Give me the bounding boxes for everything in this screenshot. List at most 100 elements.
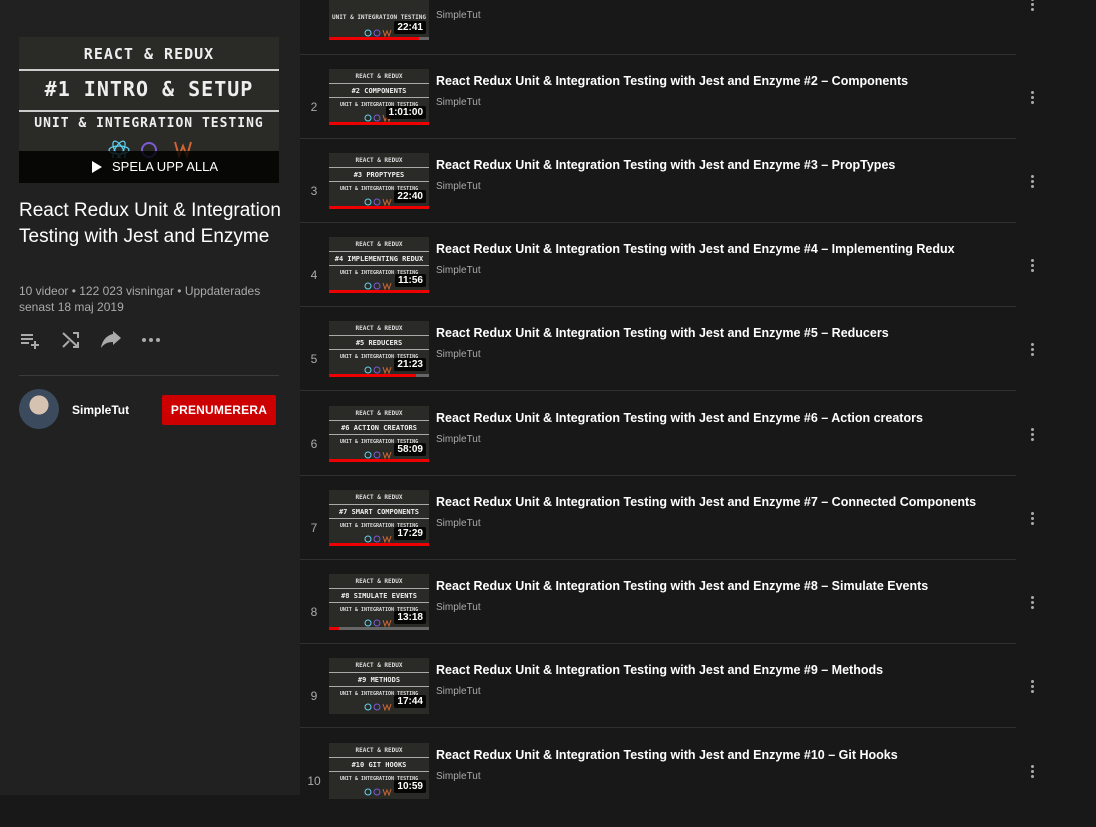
video-thumbnail[interactable]: REACT & REDUX #2 COMPONENTS UNIT & INTEGRA…: [329, 69, 429, 125]
thumb-label: #5 REDUCERS: [355, 339, 403, 347]
video-thumbnail[interactable]: REACT & REDUX #8 SIMULATE EVENTS UNIT & IN…: [329, 574, 429, 630]
more-vertical-icon[interactable]: [1028, 680, 1036, 696]
row-divider: [300, 306, 1016, 307]
more-vertical-icon[interactable]: [1028, 0, 1036, 14]
video-title[interactable]: React Redux Unit & Integration Testing w…: [436, 579, 1006, 593]
video-thumbnail[interactable]: REACT & REDUX #6 ACTION CREATORS UNIT & IN…: [329, 406, 429, 462]
video-title[interactable]: React Redux Unit & Integration Testing w…: [436, 495, 1006, 509]
play-all-button[interactable]: SPELA UPP ALLA: [19, 151, 279, 183]
video-duration: 11:56: [394, 274, 426, 287]
playlist-row[interactable]: 3 REACT & REDUX #3 PROPTYPES UNIT & INTEGRA…: [300, 153, 1034, 237]
video-duration: 17:44: [394, 695, 426, 708]
more-vertical-icon[interactable]: [1028, 512, 1036, 528]
video-thumbnail[interactable]: REACT & REDUX #10 GIT HOOKS UNIT & INTEGRA…: [329, 743, 429, 799]
video-duration: 21:23: [394, 358, 426, 371]
video-channel[interactable]: SimpleTut: [436, 10, 481, 21]
watch-progress: [329, 290, 429, 293]
row-divider: [300, 390, 1016, 391]
tech-logos-icon: [364, 282, 392, 290]
row-divider: [300, 727, 1016, 728]
more-vertical-icon[interactable]: [1028, 596, 1036, 612]
video-channel[interactable]: SimpleTut: [436, 434, 481, 445]
playlist-row[interactable]: 4 REACT & REDUX #4 IMPLEMENTING REDUX UNIT …: [300, 237, 1034, 321]
row-divider: [300, 643, 1016, 644]
thumb-top: REACT & REDUX: [355, 73, 403, 80]
video-title[interactable]: React Redux Unit & Integration Testing w…: [436, 411, 1006, 425]
channel-name[interactable]: SimpleTut: [72, 403, 129, 417]
video-thumbnail[interactable]: UNIT & INTEGRATION TESTING 22:41: [329, 0, 429, 40]
video-thumbnail[interactable]: REACT & REDUX #7 SMART COMPONENTS UNIT & I…: [329, 490, 429, 546]
more-vertical-icon[interactable]: [1028, 175, 1036, 191]
video-thumbnail[interactable]: REACT & REDUX #9 METHODS UNIT & INTEGRATIO…: [329, 658, 429, 714]
more-vertical-icon[interactable]: [1028, 259, 1036, 275]
video-index: 5: [310, 352, 318, 366]
video-index: 8: [310, 605, 318, 619]
thumb-top: REACT & REDUX: [355, 494, 403, 501]
share-icon[interactable]: [99, 328, 123, 352]
avatar[interactable]: [19, 389, 59, 429]
playlist-sidebar: REACT & REDUX #1 INTRO & SETUP UNIT & IN…: [0, 0, 300, 795]
add-to-queue-icon[interactable]: [19, 328, 43, 352]
playlist-row[interactable]: 2 REACT & REDUX #2 COMPONENTS UNIT & INTEGR…: [300, 69, 1034, 153]
watch-progress: [329, 543, 429, 546]
shuffle-icon[interactable]: [59, 328, 83, 352]
playlist-thumbnail[interactable]: REACT & REDUX #1 INTRO & SETUP UNIT & IN…: [19, 37, 279, 183]
video-channel[interactable]: SimpleTut: [436, 265, 481, 276]
playlist-row[interactable]: 10 REACT & REDUX #10 GIT HOOKS UNIT & INTEG…: [300, 743, 1034, 827]
video-title[interactable]: React Redux Unit & Integration Testing w…: [436, 326, 1006, 340]
thumb-rule: [329, 251, 429, 252]
playlist-row[interactable]: 7 REACT & REDUX #7 SMART COMPONENTS UNIT & …: [300, 490, 1034, 574]
playlist-meta: 10 videor • 122 023 visningar • Uppdater…: [19, 284, 261, 314]
tech-logos-icon: [364, 619, 392, 627]
video-channel[interactable]: SimpleTut: [436, 771, 481, 782]
playlist-row[interactable]: 9 REACT & REDUX #9 METHODS UNIT & INTEGRATI…: [300, 658, 1034, 742]
subscribe-button[interactable]: PRENUMERERA: [162, 395, 276, 425]
thumb-rule: [329, 167, 429, 168]
thumb-label: #2 COMPONENTS: [351, 87, 407, 95]
video-title[interactable]: React Redux Unit & Integration Testing w…: [436, 748, 1006, 762]
video-thumbnail[interactable]: REACT & REDUX #5 REDUCERS UNIT & INTEGRATI…: [329, 321, 429, 377]
video-thumbnail[interactable]: REACT & REDUX #4 IMPLEMENTING REDUX UNIT &…: [329, 237, 429, 293]
more-vertical-icon[interactable]: [1028, 91, 1036, 107]
hero-rule-bottom: [19, 110, 279, 112]
video-thumbnail[interactable]: REACT & REDUX #3 PROPTYPES UNIT & INTEGRAT…: [329, 153, 429, 209]
tech-logos-icon: [364, 198, 392, 206]
play-icon: [92, 161, 102, 173]
thumb-rule: [329, 686, 429, 687]
playlist-row[interactable]: 5 REACT & REDUX #5 REDUCERS UNIT & INTEGRAT…: [300, 321, 1034, 405]
tech-logos-icon: [364, 29, 392, 37]
video-channel[interactable]: SimpleTut: [436, 349, 481, 360]
thumb-rule: [329, 181, 429, 182]
playlist-row[interactable]: 8 REACT & REDUX #8 SIMULATE EVENTS UNIT & I…: [300, 574, 1034, 658]
video-title[interactable]: React Redux Unit & Integration Testing w…: [436, 74, 1006, 88]
row-divider: [300, 559, 1016, 560]
video-channel[interactable]: SimpleTut: [436, 181, 481, 192]
video-index: 9: [310, 689, 318, 703]
watch-progress: [329, 627, 339, 630]
watch-progress: [329, 459, 429, 462]
thumb-rule: [329, 420, 429, 421]
playlist-row-partial[interactable]: UNIT & INTEGRATION TESTING 22:41 SimpleT…: [300, 0, 1034, 68]
hero-line1: REACT & REDUX: [83, 45, 215, 63]
tech-logos-icon: [364, 535, 392, 543]
video-channel[interactable]: SimpleTut: [436, 97, 481, 108]
more-vertical-icon[interactable]: [1028, 343, 1036, 359]
thumb-label: #7 SMART COMPONENTS: [338, 508, 420, 516]
video-title[interactable]: React Redux Unit & Integration Testing w…: [436, 242, 1006, 256]
more-vertical-icon[interactable]: [1028, 765, 1036, 781]
play-all-label: SPELA UPP ALLA: [112, 159, 218, 174]
video-title[interactable]: React Redux Unit & Integration Testing w…: [436, 663, 1006, 677]
video-title[interactable]: React Redux Unit & Integration Testing w…: [436, 158, 1006, 172]
playlist-title[interactable]: React Redux Unit & Integration Testing w…: [19, 198, 284, 250]
thumb-rule: [329, 672, 429, 673]
video-channel[interactable]: SimpleTut: [436, 686, 481, 697]
thumb-label: #4 IMPLEMENTING REDUX: [334, 255, 424, 263]
more-horizontal-icon[interactable]: [139, 328, 163, 352]
playlist-row[interactable]: 6 REACT & REDUX #6 ACTION CREATORS UNIT & I…: [300, 406, 1034, 490]
more-vertical-icon[interactable]: [1028, 428, 1036, 444]
video-channel[interactable]: SimpleTut: [436, 602, 481, 613]
row-divider: [300, 222, 1016, 223]
video-channel[interactable]: SimpleTut: [436, 518, 481, 529]
thumb-top: REACT & REDUX: [355, 662, 403, 669]
row-divider: [300, 475, 1016, 476]
